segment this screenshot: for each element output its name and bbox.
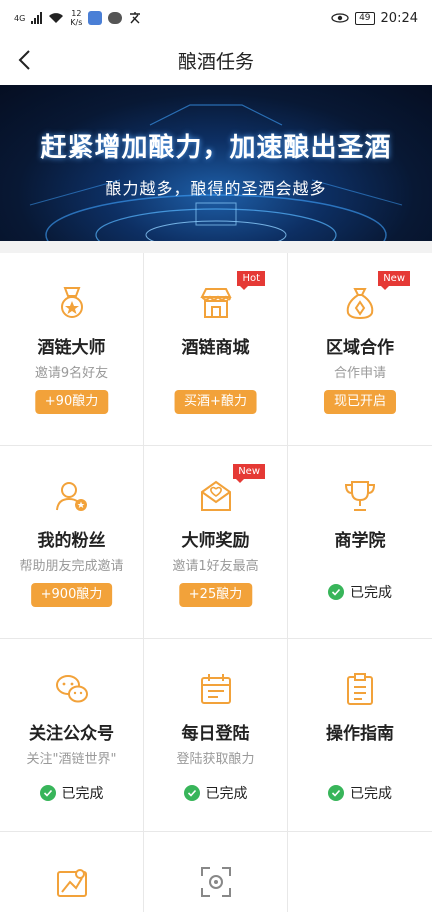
task-desc: 登陆获取酿力: [176, 752, 255, 767]
trophy-icon: [344, 481, 376, 511]
check-icon: [328, 785, 344, 801]
task-card-region[interactable]: New 区域合作 合作申请 现已开启: [288, 253, 432, 445]
task-card-empty: [288, 832, 432, 912]
task-action-button[interactable]: +90酿力: [34, 390, 109, 414]
task-desc: 邀请9名好友: [34, 366, 109, 381]
task-card-master[interactable]: 酒链大师 邀请9名好友 +90酿力: [0, 253, 143, 445]
task-card-guide[interactable]: 操作指南 已完成: [288, 639, 432, 831]
battery-level: 49: [355, 11, 375, 25]
check-icon: [39, 785, 56, 801]
message-icon: [108, 12, 123, 24]
completed-status: 已完成: [288, 582, 432, 602]
task-card-scan[interactable]: [144, 832, 287, 912]
new-badge: New: [233, 464, 265, 483]
task-title: 酒链商城: [181, 338, 250, 358]
task-card-reward[interactable]: New 大师奖励 邀请1好友最高 +25酿力: [144, 446, 287, 638]
shield-app-icon: [88, 11, 103, 25]
time: 20:24: [380, 10, 418, 26]
check-icon: [328, 584, 344, 600]
medal-icon: [60, 287, 83, 318]
fans-icon: [55, 482, 87, 511]
task-title: 酒链大师: [37, 338, 106, 358]
completed-status: 已完成: [144, 783, 287, 803]
status-bar: 4G 12 K/s 49 20:24: [0, 0, 432, 36]
check-icon: [183, 785, 200, 801]
network-type: 4G: [14, 13, 26, 23]
task-title: 大师奖励: [181, 531, 250, 551]
task-desc: 邀请1好友最高: [172, 559, 259, 574]
task-card-mall[interactable]: Hot 酒链商城 买酒+酿力: [144, 253, 287, 445]
back-arrow-icon[interactable]: [14, 48, 38, 72]
task-title: 每日登陆: [181, 724, 250, 744]
task-title: 商学院: [334, 531, 386, 551]
task-card-academy[interactable]: 商学院 已完成: [288, 446, 432, 638]
hot-badge: Hot: [237, 271, 265, 290]
new-badge: New: [378, 271, 410, 290]
task-title: 关注公众号: [29, 724, 114, 744]
nav-bar: 酿酒任务: [0, 36, 432, 85]
completed-status: 已完成: [288, 783, 432, 803]
task-card-map[interactable]: [0, 832, 143, 912]
promo-banner: 赶紧增加酿力，加速酿出圣酒 酿力越多，酿得的圣酒会越多: [0, 85, 432, 241]
signal-icon: [31, 12, 43, 24]
task-card-follow[interactable]: 关注公众号 关注"酒链世界" 已完成: [0, 639, 143, 831]
net-speed: 12 K/s: [70, 9, 83, 27]
task-title: 操作指南: [326, 724, 394, 744]
clipboard-icon: [347, 673, 373, 705]
task-title: 我的粉丝: [37, 531, 106, 551]
task-desc: 关注"酒链世界": [26, 752, 117, 767]
page-title: 酿酒任务: [177, 51, 254, 73]
calendar-icon: [200, 674, 231, 704]
wechat-icon: [55, 675, 88, 703]
task-title: 区域合作: [326, 338, 394, 358]
envelope-icon: [200, 480, 231, 511]
task-card-daily-login[interactable]: 每日登陆 登陆获取酿力 已完成: [144, 639, 287, 831]
money-bag-icon: [346, 288, 374, 320]
task-action-button[interactable]: +25酿力: [178, 583, 253, 607]
task-desc: 帮助朋友完成邀请: [19, 559, 124, 574]
task-action-button[interactable]: 现已开启: [323, 390, 397, 414]
translate-icon: [130, 12, 141, 24]
store-icon: [199, 288, 232, 318]
task-action-button[interactable]: 买酒+酿力: [174, 390, 257, 414]
banner-subtitle: 酿力越多，酿得的圣酒会越多: [105, 179, 327, 198]
completed-status: 已完成: [0, 783, 143, 803]
wifi-icon: [49, 13, 64, 23]
task-grid: 酒链大师 邀请9名好友 +90酿力 Hot 酒链商城 买酒+酿力 New 区域合…: [0, 253, 432, 912]
task-action-button[interactable]: +900酿力: [30, 583, 113, 607]
task-card-fans[interactable]: 我的粉丝 帮助朋友完成邀请 +900酿力: [0, 446, 143, 638]
scan-icon: [200, 867, 231, 897]
eye-comfort-icon: [331, 13, 349, 23]
banner-title: 赶紧增加酿力，加速酿出圣酒: [40, 133, 392, 163]
task-desc: 合作申请: [333, 366, 386, 381]
map-icon: [56, 869, 87, 897]
